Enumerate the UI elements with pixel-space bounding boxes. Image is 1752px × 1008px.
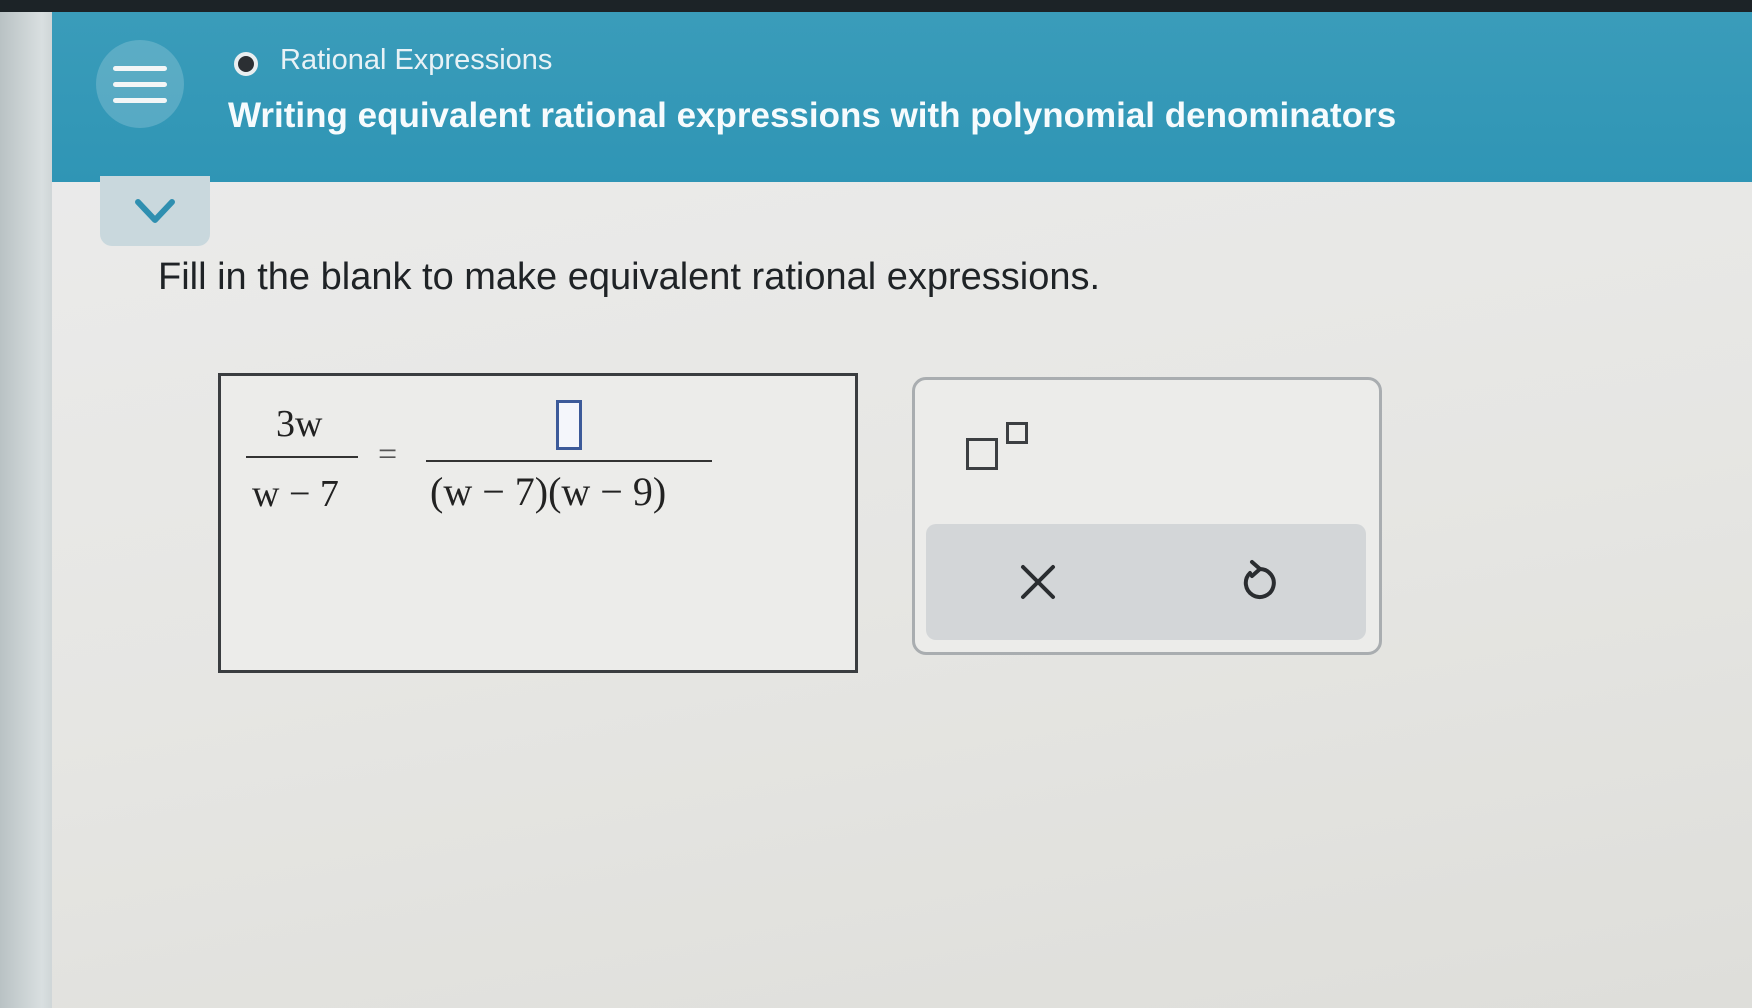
hamburger-icon bbox=[113, 65, 167, 71]
keypad-action-bar bbox=[926, 524, 1366, 640]
superscript-button[interactable] bbox=[960, 418, 1030, 476]
subtopic-title: Writing equivalent rational expressions … bbox=[228, 96, 1397, 135]
undo-icon bbox=[1243, 560, 1276, 599]
right-denominator: (w − 7)(w − 9) bbox=[430, 469, 667, 514]
chevron-down-icon bbox=[135, 199, 175, 223]
right-fraction-bar bbox=[426, 460, 712, 462]
left-denominator: w − 7 bbox=[252, 473, 339, 515]
menu-button[interactable] bbox=[96, 40, 184, 128]
problem-instruction: Fill in the blank to make equivalent rat… bbox=[158, 256, 1101, 298]
numerator-answer-blank[interactable] bbox=[556, 400, 582, 450]
background-edge bbox=[0, 12, 60, 1008]
left-fraction-bar bbox=[246, 456, 358, 458]
circle-icon bbox=[234, 52, 258, 76]
topic-title: Rational Expressions bbox=[280, 44, 553, 76]
equals-sign: = bbox=[378, 436, 398, 473]
collapse-button[interactable] bbox=[100, 176, 210, 246]
screen-bezel bbox=[0, 0, 1752, 12]
left-numerator: 3w bbox=[276, 403, 323, 445]
close-icon bbox=[1021, 565, 1055, 599]
clear-button[interactable] bbox=[1010, 554, 1066, 610]
superscript-icon bbox=[966, 438, 998, 470]
undo-button[interactable] bbox=[1230, 554, 1286, 610]
